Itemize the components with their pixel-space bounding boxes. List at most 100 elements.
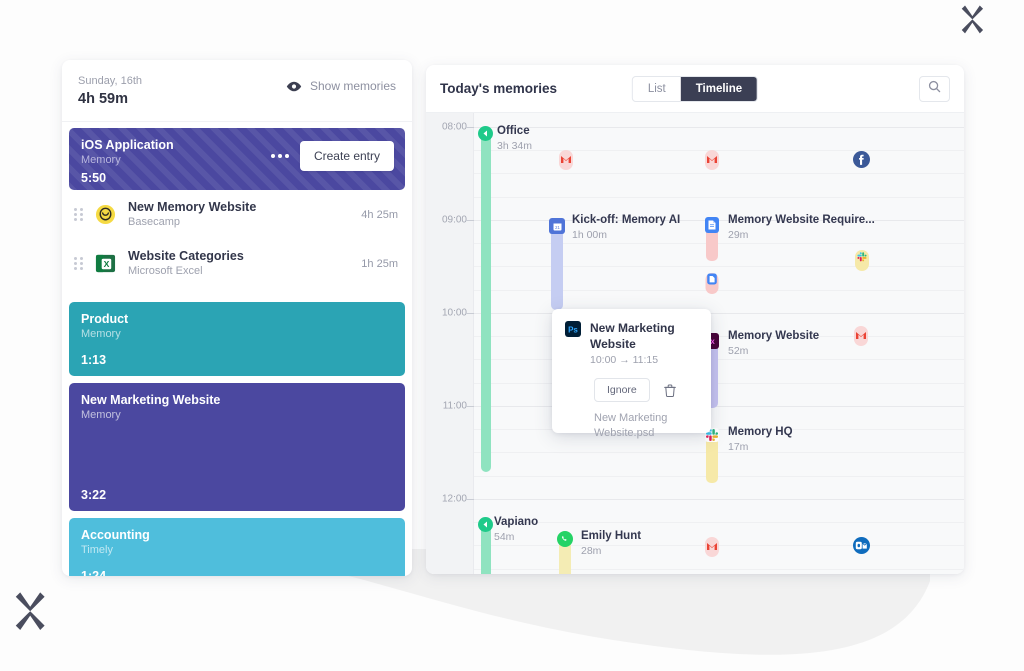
timeline-bar-office[interactable] bbox=[481, 130, 491, 472]
timeline-event-label-vapiano: Vapiano 54m bbox=[494, 515, 538, 544]
memories-panel: Today's memories List Timeline 08:00 09:… bbox=[426, 65, 964, 574]
hour-tick bbox=[465, 406, 474, 407]
list-item-text: Website Categories Microsoft Excel bbox=[128, 248, 361, 279]
active-entry-time: 5:50 bbox=[81, 171, 107, 185]
trash-icon[interactable] bbox=[663, 384, 676, 397]
timeline-event-label-emily-hunt: Emily Hunt 28m bbox=[581, 529, 641, 558]
memories-header: Today's memories List Timeline bbox=[426, 65, 964, 113]
popup-text: New Marketing Website 10:00 → 11:15 bbox=[590, 320, 698, 368]
show-memories-button[interactable]: Show memories bbox=[286, 74, 396, 93]
slack-icon[interactable] bbox=[854, 248, 870, 277]
active-entry-card[interactable]: iOS Application Memory 5:50 Create entry bbox=[69, 128, 405, 190]
project-card-time: 1:24 bbox=[81, 569, 107, 576]
page-root: Sunday, 16th 4h 59m Show memories iOS Ap… bbox=[0, 0, 1024, 671]
timeline-canvas[interactable]: 08:00 09:00 10:00 11:00 12:00 Office 3h … bbox=[426, 113, 964, 574]
hour-label: 09:00 bbox=[441, 214, 467, 226]
create-entry-button[interactable]: Create entry bbox=[299, 141, 394, 171]
project-card-title: New Marketing Website bbox=[81, 393, 221, 407]
event-duration: 3h 34m bbox=[497, 140, 533, 152]
ignore-button[interactable]: Ignore bbox=[594, 378, 650, 402]
project-card-product[interactable]: Product Memory 1:13 bbox=[69, 302, 405, 376]
project-card-subtitle: Memory bbox=[81, 328, 121, 340]
event-title: Memory HQ bbox=[728, 426, 793, 438]
project-card-new-marketing-website[interactable]: New Marketing Website Memory 3:22 bbox=[69, 383, 405, 511]
location-marker-icon[interactable] bbox=[478, 517, 493, 532]
project-card-title: Accounting bbox=[81, 528, 150, 542]
show-memories-label: Show memories bbox=[309, 79, 396, 93]
timeline-event-label-memory-website-requirements: Memory Website Require... 29m bbox=[728, 213, 875, 242]
x-logo-bottom-left bbox=[8, 589, 54, 640]
view-mode-tabs: List Timeline bbox=[631, 75, 759, 102]
event-title: Vapiano bbox=[494, 516, 539, 528]
popup-file-name: New Marketing Website.psd bbox=[594, 412, 668, 439]
timeline-event-label-memory-website: Memory Website 52m bbox=[728, 329, 819, 358]
event-title: Memory Website Require... bbox=[728, 214, 875, 226]
facebook-icon[interactable] bbox=[853, 151, 870, 173]
gmail-icon[interactable] bbox=[704, 149, 720, 176]
project-card-subtitle: Memory bbox=[81, 409, 121, 421]
project-card-accounting[interactable]: Accounting Timely 1:24 bbox=[69, 518, 405, 576]
hour-label: 11:00 bbox=[442, 400, 467, 412]
project-card-title: Product bbox=[81, 312, 129, 326]
timeline-event-label-memory-hq: Memory HQ 17m bbox=[728, 425, 793, 454]
page-title: Today's memories bbox=[440, 81, 558, 96]
gmail-icon[interactable] bbox=[704, 536, 720, 563]
popup-title: New Marketing Website bbox=[590, 321, 675, 351]
date-label: Sunday, 16th bbox=[78, 75, 143, 87]
tab-timeline[interactable]: Timeline bbox=[680, 76, 758, 101]
timeline-hour-gutter: 08:00 09:00 10:00 11:00 12:00 bbox=[426, 113, 474, 574]
svg-text:Ps: Ps bbox=[568, 326, 578, 335]
list-item-app: Basecamp bbox=[128, 216, 180, 228]
list-item-text: New Memory Website Basecamp bbox=[128, 199, 361, 230]
svg-text:21: 21 bbox=[555, 225, 560, 230]
active-entry-actions: Create entry bbox=[270, 141, 394, 171]
event-detail-popup[interactable]: Ps New Marketing Website 10:00 → 11:15 I… bbox=[552, 309, 711, 439]
event-duration: 28m bbox=[581, 545, 602, 557]
event-title: Office bbox=[497, 125, 530, 137]
hour-tick bbox=[465, 220, 474, 221]
event-duration: 54m bbox=[494, 531, 515, 543]
x-logo-top-right bbox=[956, 3, 990, 42]
search-icon bbox=[928, 80, 941, 98]
timeline-event-label-kickoff: Kick-off: Memory AI 1h 00m bbox=[572, 213, 680, 242]
total-time-label: 4h 59m bbox=[78, 91, 128, 107]
hour-tick bbox=[465, 127, 474, 128]
search-button[interactable] bbox=[919, 75, 950, 102]
day-summary-header: Sunday, 16th 4h 59m Show memories bbox=[62, 60, 412, 122]
day-summary-panel: Sunday, 16th 4h 59m Show memories iOS Ap… bbox=[62, 60, 412, 576]
list-item[interactable]: New Memory Website Basecamp 4h 25m bbox=[62, 190, 412, 239]
photoshop-icon: Ps bbox=[565, 321, 581, 342]
google-docs-icon[interactable] bbox=[705, 217, 719, 233]
location-marker-icon[interactable] bbox=[478, 126, 493, 141]
popup-header: Ps New Marketing Website 10:00 → 11:15 bbox=[565, 320, 698, 368]
hour-tick bbox=[465, 313, 474, 314]
project-card-time: 1:13 bbox=[81, 353, 107, 367]
more-dots-icon[interactable] bbox=[270, 154, 289, 158]
day-summary-titles: Sunday, 16th 4h 59m bbox=[78, 74, 142, 109]
event-duration: 1h 00m bbox=[572, 229, 608, 241]
event-duration: 29m bbox=[728, 229, 749, 241]
tab-list[interactable]: List bbox=[633, 77, 681, 101]
gmail-icon[interactable] bbox=[853, 325, 869, 352]
popup-time-range: 10:00 → 11:15 bbox=[590, 354, 659, 366]
project-card-time: 3:22 bbox=[81, 488, 107, 502]
calendar-icon[interactable]: 21 bbox=[549, 218, 565, 234]
list-item[interactable]: X Website Categories Microsoft Excel 1h … bbox=[62, 239, 412, 288]
list-item-duration: 4h 25m bbox=[361, 208, 398, 221]
event-duration: 17m bbox=[728, 441, 749, 453]
hour-label: 12:00 bbox=[441, 493, 467, 505]
list-item-app: Microsoft Excel bbox=[128, 265, 203, 277]
basecamp-icon bbox=[95, 204, 116, 225]
list-item-title: Website Categories bbox=[128, 249, 244, 263]
hour-tick bbox=[465, 499, 474, 500]
whatsapp-icon[interactable] bbox=[557, 531, 573, 547]
google-docs-icon[interactable] bbox=[705, 271, 719, 300]
gmail-icon[interactable] bbox=[558, 149, 574, 176]
eye-icon bbox=[286, 81, 302, 92]
event-title: Memory Website bbox=[728, 330, 820, 342]
timeline-event-label-office: Office 3h 34m bbox=[497, 124, 532, 153]
drag-handle-icon[interactable] bbox=[74, 208, 84, 221]
outlook-icon[interactable] bbox=[853, 537, 870, 559]
drag-handle-icon[interactable] bbox=[74, 257, 84, 270]
list-item-duration: 1h 25m bbox=[361, 257, 398, 270]
